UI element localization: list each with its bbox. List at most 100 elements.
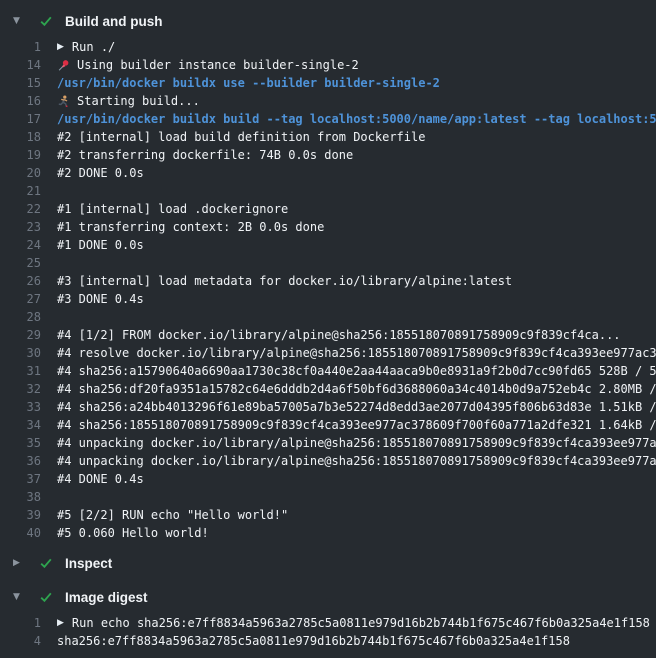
line-text: #4 resolve docker.io/library/alpine@sha2… [57, 344, 656, 362]
line-number[interactable]: 19 [0, 146, 41, 164]
line-number[interactable]: 25 [0, 254, 41, 272]
line-text: #1 DONE 0.0s [57, 236, 144, 254]
line-text: /usr/bin/docker buildx use --builder bui… [57, 74, 440, 92]
log-line: 29#4 [1/2] FROM docker.io/library/alpine… [0, 326, 656, 344]
line-text: #3 [internal] load metadata for docker.i… [57, 272, 512, 290]
line-number[interactable]: 28 [0, 308, 41, 326]
line-text: #4 DONE 0.4s [57, 470, 144, 488]
line-content: #5 [2/2] RUN echo "Hello world!" [41, 506, 656, 524]
section-header-inspect[interactable]: ▶ Inspect [0, 552, 656, 574]
line-number[interactable]: 35 [0, 434, 41, 452]
line-number[interactable]: 1 [0, 38, 41, 56]
log-line: 1▶Run echo sha256:e7ff8834a5963a2785c5a0… [0, 614, 656, 632]
check-icon [39, 590, 53, 604]
line-number[interactable]: 30 [0, 344, 41, 362]
log-line: 28 [0, 308, 656, 326]
log-line: 14Using builder instance builder-single-… [0, 56, 656, 74]
line-text: #4 unpacking docker.io/library/alpine@sh… [57, 452, 656, 470]
runner-icon [57, 95, 70, 108]
line-content: #4 [1/2] FROM docker.io/library/alpine@s… [41, 326, 656, 344]
line-content: #4 resolve docker.io/library/alpine@sha2… [41, 344, 656, 362]
line-number[interactable]: 15 [0, 74, 41, 92]
line-number[interactable]: 31 [0, 362, 41, 380]
line-number[interactable]: 23 [0, 218, 41, 236]
line-content: #3 [internal] load metadata for docker.i… [41, 272, 656, 290]
log-line: 20 #2 DONE 0.0s [0, 164, 656, 182]
line-content: #1 transferring context: 2B 0.0s done [41, 218, 656, 236]
line-number[interactable]: 37 [0, 470, 41, 488]
line-number[interactable]: 20 [0, 164, 41, 182]
line-number[interactable]: 21 [0, 182, 41, 200]
line-content: /usr/bin/docker buildx build --tag local… [41, 110, 656, 128]
log-line: 33 #4 sha256:a24bb4013296f61e89ba57005a7b… [0, 398, 656, 416]
line-number[interactable]: 4 [0, 632, 41, 650]
section-title: Inspect [65, 556, 112, 571]
line-text: #5 0.060 Hello world! [57, 524, 209, 542]
line-number[interactable]: 29 [0, 326, 41, 344]
line-text: #2 DONE 0.0s [57, 164, 144, 182]
line-number[interactable]: 18 [0, 128, 41, 146]
line-content: ▶Run echo sha256:e7ff8834a5963a2785c5a08… [41, 614, 656, 632]
line-number[interactable]: 16 [0, 92, 41, 110]
workflow-log: ▼Build and push1▶Run ./14Using builder i… [0, 0, 656, 658]
line-number[interactable]: 17 [0, 110, 41, 128]
line-content: Using builder instance builder-single-2 [41, 56, 656, 74]
log-line: 18 #2 [internal] load build definition fr… [0, 128, 656, 146]
log-line: 40 #5 0.060 Hello world! [0, 524, 656, 542]
expand-run-icon[interactable]: ▶ [57, 43, 64, 52]
log-line: 15/usr/bin/docker buildx use --builder b… [0, 74, 656, 92]
line-text: #4 unpacking docker.io/library/alpine@sh… [57, 434, 656, 452]
line-number[interactable]: 32 [0, 380, 41, 398]
line-content: #4 unpacking docker.io/library/alpine@sh… [41, 452, 656, 470]
line-number[interactable]: 24 [0, 236, 41, 254]
log-line: 31#4 sha256:a15790640a6690aa1730c38cf0a4… [0, 362, 656, 380]
line-number[interactable]: 1 [0, 614, 41, 632]
log-line: 1 ▶ Run ./ [0, 38, 656, 56]
chevron-right-icon[interactable]: ▶ [13, 559, 23, 568]
log-line: 27#3 DONE 0.4s [0, 290, 656, 308]
line-number[interactable]: 27 [0, 290, 41, 308]
line-text: #2 transferring dockerfile: 74B 0.0s don… [57, 146, 353, 164]
line-content: #2 transferring dockerfile: 74B 0.0s don… [41, 146, 656, 164]
line-content: #4 sha256:185518070891758909c9f839cf4ca3… [41, 416, 656, 434]
line-number[interactable]: 22 [0, 200, 41, 218]
line-content: #3 DONE 0.4s [41, 290, 656, 308]
line-text: #4 sha256:a24bb4013296f61e89ba57005a7b3e… [57, 398, 656, 416]
line-number[interactable]: 14 [0, 56, 41, 74]
line-content: #2 DONE 0.0s [41, 164, 656, 182]
line-content: sha256:e7ff8834a5963a2785c5a0811e979d16b… [41, 632, 656, 650]
log-line: 22#1 [internal] load .dockerignore [0, 200, 656, 218]
line-number[interactable]: 39 [0, 506, 41, 524]
line-content: #1 [internal] load .dockerignore [41, 200, 656, 218]
section-log-lines: 1▶Run ./14Using builder instance builder… [0, 32, 656, 552]
line-content: #2 [internal] load build definition from… [41, 128, 656, 146]
line-text: #2 [internal] load build definition from… [57, 128, 425, 146]
section-header-build-and-push[interactable]: ▼Build and push [0, 10, 656, 32]
line-text: #1 transferring context: 2B 0.0s done [57, 218, 324, 236]
line-text: Run ./ [72, 38, 115, 56]
check-icon [39, 14, 53, 28]
log-line: 35 #4 unpacking docker.io/library/alpine@… [0, 434, 656, 452]
section-inspect: ▶ Inspect [0, 552, 656, 574]
log-line: 39#5 [2/2] RUN echo "Hello world!" [0, 506, 656, 524]
log-line: 38 [0, 488, 656, 506]
log-line: 25 [0, 254, 656, 272]
log-line: 32#4 sha256:df20fa9351a15782c64e6dddb2d4… [0, 380, 656, 398]
log-line: 21 [0, 182, 656, 200]
line-number[interactable]: 33 [0, 398, 41, 416]
line-number[interactable]: 38 [0, 488, 41, 506]
chevron-down-icon[interactable]: ▼ [13, 17, 23, 26]
line-number[interactable]: 34 [0, 416, 41, 434]
section-header-image-digest[interactable]: ▼Image digest [0, 586, 656, 608]
chevron-down-icon[interactable]: ▼ [13, 593, 23, 602]
section-image-digest: ▼Image digest 1▶Run echo sha256:e7ff8834a… [0, 586, 656, 658]
log-line: 36 #4 unpacking docker.io/library/alpine@… [0, 452, 656, 470]
line-content: #1 DONE 0.0s [41, 236, 656, 254]
line-number[interactable]: 26 [0, 272, 41, 290]
log-line: 17/usr/bin/docker buildx build --tag loc… [0, 110, 656, 128]
line-number[interactable]: 36 [0, 452, 41, 470]
expand-run-icon[interactable]: ▶ [57, 619, 64, 628]
line-number[interactable]: 40 [0, 524, 41, 542]
log-line: 16Starting build... [0, 92, 656, 110]
line-content: /usr/bin/docker buildx use --builder bui… [41, 74, 656, 92]
